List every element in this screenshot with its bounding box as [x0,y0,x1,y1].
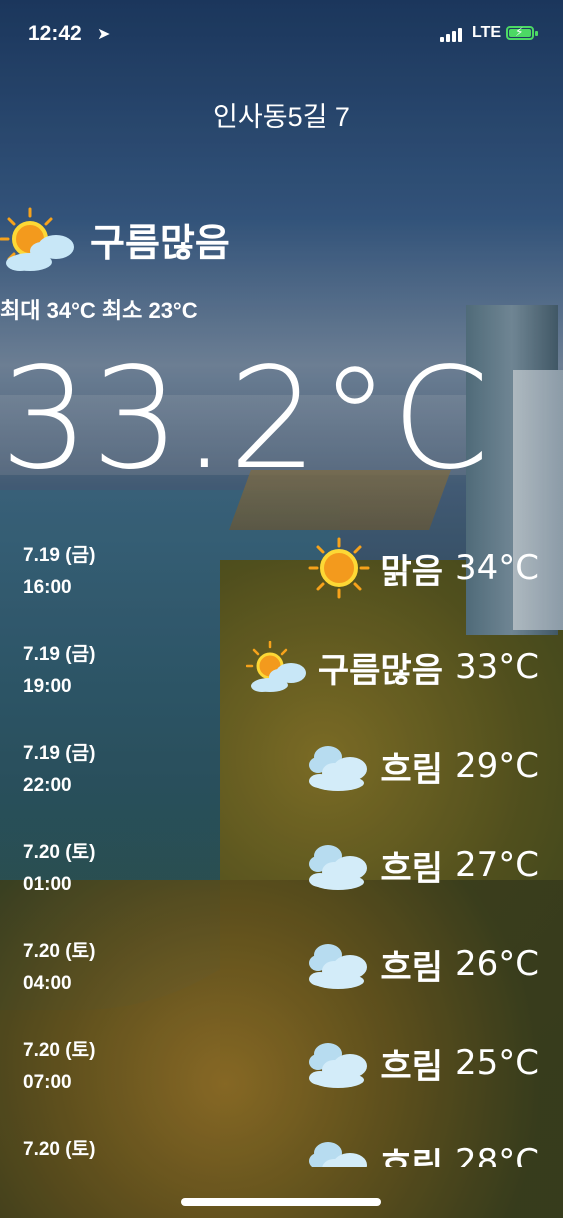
partly-cloudy-icon [0,207,78,271]
forecast-date: 7.20 (토) [23,941,96,962]
forecast-row: 7.19 (금) 19:00 구름많음 33°C [0,634,563,733]
forecast-date: 7.19 (금) [23,743,96,764]
forecast-temp: 26°C [454,944,539,984]
cloud-icon [308,840,370,890]
forecast-date: 7.20 (토) [23,1139,96,1160]
location-arrow-icon: ➤ [97,26,111,43]
network-type: LTE [472,24,502,41]
forecast-temp: 25°C [454,1043,539,1083]
forecast-condition: 맑음 [380,552,443,591]
forecast-condition: 흐림 [380,1047,443,1086]
cloud-icon [308,1038,370,1088]
forecast-temp: 27°C [454,845,539,885]
forecast-condition: 흐림 [380,750,443,789]
status-bar: 12:42 ➤ LTE ⚡ [0,20,563,50]
forecast-condition: 흐림 [380,948,443,987]
forecast-time: 19:00 [23,676,72,697]
forecast-temp: 33°C [454,647,539,687]
forecast-row: 7.20 (토) 07:00 흐림 25°C [0,1030,563,1129]
cloud-icon [308,1137,370,1167]
forecast-datetime: 7.20 (토) 04:00 [23,936,95,1000]
forecast-row: 7.19 (금) 16:00 맑음 34°C [0,535,563,634]
forecast-temp: 34°C [454,548,539,588]
sun-icon [308,537,370,599]
forecast-datetime: 7.19 (금) 22:00 [23,738,95,802]
forecast-date: 7.19 (금) [23,644,96,665]
forecast-datetime: 7.19 (금) 16:00 [23,540,95,604]
forecast-time: 01:00 [23,874,72,895]
forecast-time: 04:00 [23,973,72,994]
status-time: 12:42 [28,22,82,45]
forecast-datetime: 7.20 (토) 07:00 [23,1035,95,1099]
forecast-date: 7.20 (토) [23,842,96,863]
forecast-datetime: 7.19 (금) 19:00 [23,639,95,703]
forecast-time: 07:00 [23,1072,72,1093]
location-title[interactable]: 인사동5길 7 [0,95,563,134]
min-max-temp: 최대 34°C 최소 23°C [0,298,198,323]
forecast-datetime: 7.20 (토) 01:00 [23,837,95,901]
forecast-date: 7.19 (금) [23,545,96,566]
forecast-row: 7.19 (금) 22:00 흐림 29°C [0,733,563,832]
forecast-temp: 29°C [454,746,539,786]
forecast-date: 7.20 (토) [23,1040,96,1061]
cloud-icon [308,939,370,989]
signal-icon [440,28,462,42]
forecast-row: 7.20 (토) 04:00 흐림 26°C [0,931,563,1030]
forecast-temp: 28°C [454,1142,539,1167]
forecast-condition: 흐림 [380,1146,443,1168]
current-condition: 구름많음 [0,207,230,271]
forecast-list[interactable]: 7.19 (금) 16:00 맑음 34°C 7.19 (금) 19:00 구름많음 33°C… [0,535,563,1167]
forecast-row: 7.20 (토) 01:00 흐림 27°C [0,832,563,931]
forecast-condition: 흐림 [380,849,443,888]
home-indicator[interactable] [181,1198,381,1206]
forecast-time: 22:00 [23,775,72,796]
forecast-datetime: 7.20 (토) [23,1134,95,1166]
partly-cloudy-icon [245,641,308,693]
cloud-icon [308,741,370,791]
battery-icon: ⚡ [506,25,534,40]
current-temperature: 33.2°C [0,338,492,501]
condition-label: 구름많음 [90,222,230,265]
forecast-time: 16:00 [23,577,72,598]
forecast-row: 7.20 (토) 흐림 28°C [0,1129,563,1167]
forecast-condition: 구름많음 [317,651,443,690]
